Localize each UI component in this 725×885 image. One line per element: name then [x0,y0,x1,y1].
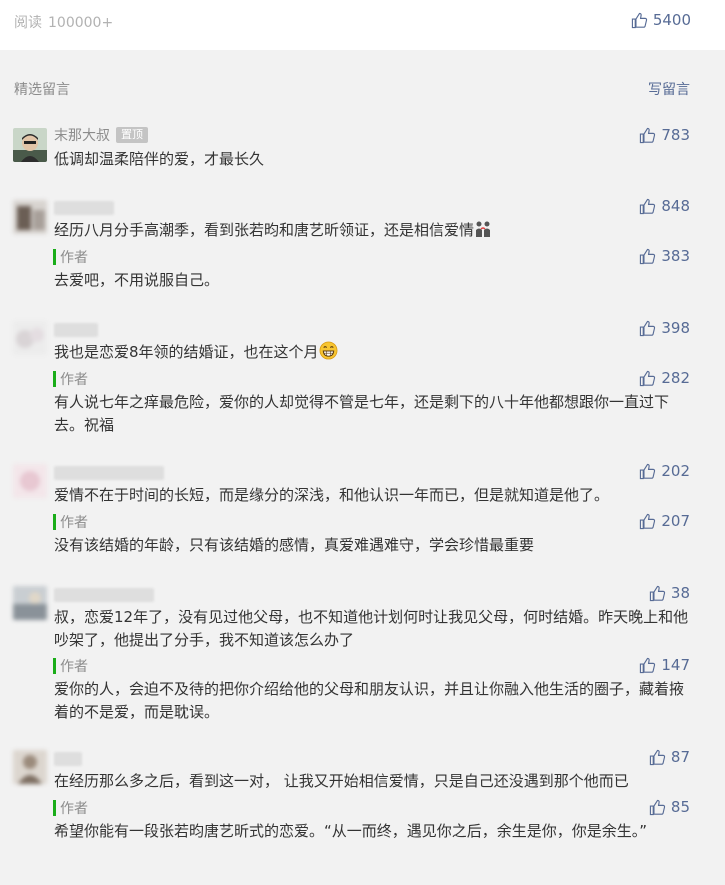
comment-text-body: 我也是恋爱8年领的结婚证，也在这个月 [54,343,319,361]
author-reply-label: 作者 [53,800,88,817]
article-like-button[interactable]: 5400 [631,11,691,29]
thumbs-up-icon [639,127,656,144]
author-reply-bar [53,800,56,816]
avatar[interactable] [13,464,47,498]
like-count: 207 [661,512,690,530]
thumbs-up-icon [649,585,666,602]
comment-text: 爱情不在于时间的长短，而是缘分的深浅，和他认识一年而已，但是就知道是他了。 [54,486,610,504]
author-label: 作者 [60,250,88,266]
author-reply-text: 爱你的人，会迫不及待的把你介绍给他的父母和朋友认识，并且让你融入他生活的圈子，藏… [54,680,685,721]
author-reply-bar [53,371,56,387]
comment-like-button[interactable]: 848 [639,197,690,215]
comment-author-row [54,199,114,217]
couple-emoji-icon [474,220,492,245]
article-like-count: 5400 [652,11,691,29]
like-count: 85 [670,798,690,816]
author-reply-label: 作者 [53,658,88,675]
like-count: 87 [670,748,690,766]
reply-like-button[interactable]: 85 [649,798,690,816]
thumbs-up-icon [639,248,656,265]
like-count: 848 [661,197,690,215]
comment-like-button[interactable]: 783 [639,126,690,144]
author-reply-text: 去爱吧，不用说服自己。 [54,271,220,289]
thumbs-up-icon [639,320,656,337]
read-count: 阅读 100000+ [14,12,113,32]
thumbs-up-icon [639,370,656,387]
author-reply-bar [53,658,56,674]
thumbs-up-icon [639,463,656,480]
author-label: 作者 [60,801,88,817]
like-count: 383 [661,247,690,265]
author-reply-label: 作者 [53,514,88,531]
reply-like-button[interactable]: 207 [639,512,690,530]
author-reply-bar [53,249,56,265]
pinned-badge: 置顶 [116,127,148,143]
comment-author-row [54,586,154,604]
author-reply-text: 有人说七年之痒最危险，爱你的人却觉得不管是七年，还是剩下的八十年他都想跟你一直过… [54,393,670,434]
comment-like-button[interactable]: 202 [639,462,690,480]
like-count: 783 [661,126,690,144]
comment-author-row [54,750,82,768]
comment-text: 在经历那么多之后，看到这一对， 让我又开始相信爱情，只是自己还没遇到那个他而已 [54,772,629,790]
thumbs-up-icon [639,513,656,530]
like-count: 202 [661,462,690,480]
read-label: 阅读 [14,15,42,31]
author-reply-text: 没有该结婚的年龄，只有该结婚的感情，真爱难遇难守，学会珍惜最重要 [54,536,535,554]
reply-like-button[interactable]: 147 [639,656,690,674]
thumbs-up-icon [631,12,648,29]
thumbs-up-icon [639,657,656,674]
comment-text: 经历八月分手高潮季，看到张若昀和唐艺昕领证，还是相信爱情 [54,219,695,245]
avatar[interactable] [13,128,47,162]
author-reply-bar [53,514,56,530]
comment-author-name-hidden[interactable] [54,323,98,337]
comment-author-name-hidden[interactable] [54,588,154,602]
comment-author-row: 末那大叔 置顶 [54,126,148,144]
like-count: 147 [661,656,690,674]
avatar[interactable] [13,586,47,620]
author-reply-label: 作者 [53,371,88,388]
author-reply-text: 希望你能有一段张若昀唐艺昕式的恋爱。“从一而终，遇见你之后，余生是你，你是余生。… [54,822,648,840]
author-reply-label: 作者 [53,249,88,266]
comment-text-body: 经历八月分手高潮季，看到张若昀和唐艺昕领证，还是相信爱情 [54,221,475,239]
like-count: 282 [661,369,690,387]
write-comment-link[interactable]: 写留言 [648,79,690,99]
comment-author-row [54,321,98,339]
comment-author-row [54,464,164,482]
thumbs-up-icon [649,749,666,766]
comment-like-button[interactable]: 87 [649,748,690,766]
comment-like-button[interactable]: 398 [639,319,690,337]
author-label: 作者 [60,372,88,388]
comment-text: 低调却温柔陪伴的爱，才最长久 [54,150,265,168]
comment-text: 我也是恋爱8年领的结婚证，也在这个月 [54,341,695,367]
comment-text: 叔，恋爱12年了，没有见过他父母，也不知道他计划何时让我见父母，何时结婚。昨天晚… [54,608,689,649]
comment-author-name-hidden[interactable] [54,752,82,766]
avatar[interactable] [13,750,47,784]
like-count: 38 [670,584,690,602]
reply-like-button[interactable]: 282 [639,369,690,387]
thumbs-up-icon [649,799,666,816]
author-label: 作者 [60,659,88,675]
read-number: 100000+ [48,15,114,31]
like-count: 398 [661,319,690,337]
section-title: 精选留言 [14,82,70,98]
author-label: 作者 [60,515,88,531]
comment-author-name-hidden[interactable] [54,466,164,480]
comment-like-button[interactable]: 38 [649,584,690,602]
comment-author-name-hidden[interactable] [54,201,114,215]
comment-author-name[interactable]: 末那大叔 [54,125,110,145]
avatar[interactable] [13,200,47,234]
grinning-emoji-icon [319,341,338,367]
thumbs-up-icon [639,198,656,215]
reply-like-button[interactable]: 383 [639,247,690,265]
article-stats-bar: 阅读 100000+ 5400 [0,0,725,50]
avatar[interactable] [13,321,47,355]
